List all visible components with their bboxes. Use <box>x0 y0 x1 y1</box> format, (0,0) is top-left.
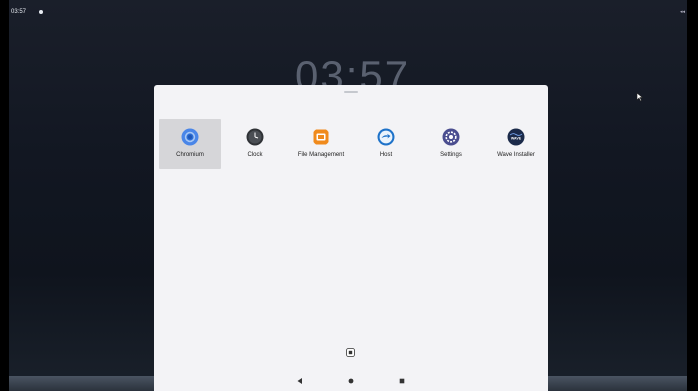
app-label: Wave Installer <box>497 152 535 158</box>
mouse-cursor-icon <box>636 92 644 102</box>
app-clock[interactable]: Clock <box>224 119 286 169</box>
wave-icon-text: WAVE <box>511 137 522 141</box>
recents-icon[interactable] <box>397 376 407 386</box>
app-chromium[interactable]: Chromium <box>159 119 221 169</box>
status-indicator-icon <box>39 10 43 14</box>
left-bezel <box>0 0 9 391</box>
status-time: 03:57 <box>11 9 27 15</box>
app-settings[interactable]: Settings <box>420 119 482 169</box>
app-grid: Chromium Clock File Management Host Sett… <box>159 119 543 169</box>
status-right-icons: ◂◂ <box>679 9 685 15</box>
drawer-handle[interactable] <box>344 91 358 93</box>
settings-icon <box>442 128 460 146</box>
app-wave-installer[interactable]: WAVE Wave Installer <box>485 119 547 169</box>
back-icon[interactable] <box>295 376 305 386</box>
clock-icon <box>246 128 264 146</box>
app-drawer[interactable]: Chromium Clock File Management Host Sett… <box>154 85 548 391</box>
chromium-icon <box>181 128 199 146</box>
app-file-management[interactable]: File Management <box>290 119 352 169</box>
right-bezel <box>687 0 698 391</box>
folder-icon <box>313 129 329 145</box>
app-host[interactable]: Host <box>355 119 417 169</box>
host-icon <box>377 128 395 146</box>
navigation-bar <box>154 371 548 391</box>
home-icon[interactable] <box>346 376 356 386</box>
recents-overview-icon[interactable] <box>346 348 355 357</box>
status-bar: 03:57 ◂◂ <box>9 7 687 17</box>
wave-icon: WAVE <box>507 128 525 146</box>
